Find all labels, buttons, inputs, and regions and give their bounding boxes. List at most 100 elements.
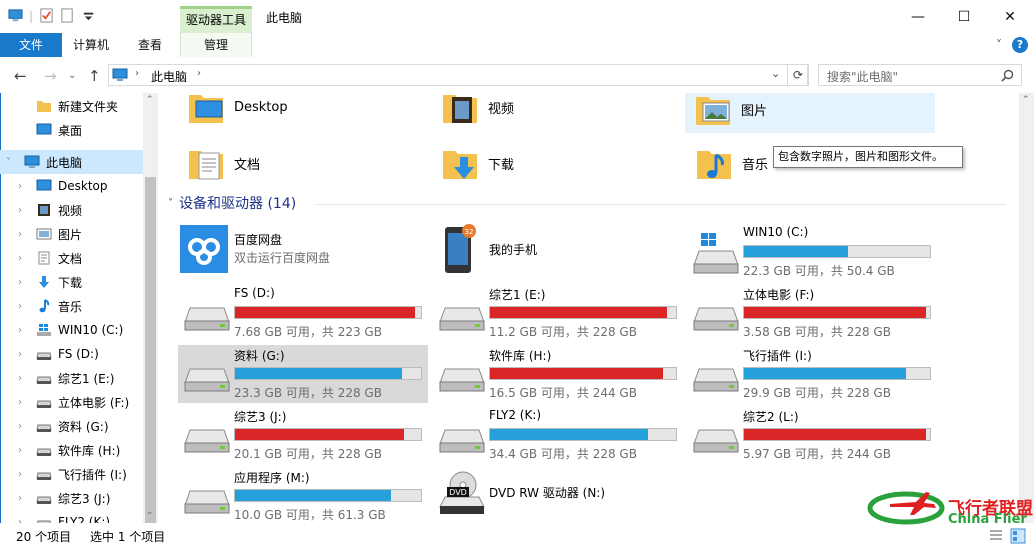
search-icon[interactable] [1001,69,1014,82]
drive-item[interactable]: 综艺1 (E:) 11.2 GB 可用，共 228 GB [433,284,683,342]
drive-item[interactable]: FS (D:) 7.68 GB 可用，共 223 GB [178,284,428,342]
sidebar-item[interactable]: › 飞行插件 (I:) [0,462,143,486]
sidebar-item[interactable]: 新建文件夹 [0,94,143,118]
scroll-up-arrow[interactable]: ⌃ [1022,95,1030,105]
chevron-right-icon[interactable]: › [18,493,28,504]
sidebar-item[interactable]: › Desktop [0,174,143,198]
details-view-icon[interactable] [988,529,1004,543]
search-input[interactable]: 搜索"此电脑" [818,64,1022,86]
computer-icon[interactable] [8,8,23,23]
drive-size: 16.5 GB 可用，共 244 GB [489,386,637,400]
sidebar-item-label: 桌面 [58,123,83,138]
drive-item[interactable]: FLY2 (K:) 34.4 GB 可用，共 228 GB [433,406,683,464]
ribbon-collapse-button[interactable]: ˅ [990,33,1008,57]
sidebar-item[interactable]: › 音乐 [0,294,143,318]
sidebar-item[interactable]: › 立体电影 (F:) [0,390,143,414]
scroll-up-arrow[interactable]: ⌃ [146,95,154,105]
device-item[interactable]: 32 我的手机 [433,223,683,281]
tab-computer[interactable]: 计算机 [62,33,120,57]
sidebar-item[interactable]: › 文档 [0,246,143,270]
recent-locations-button[interactable]: ⌄ [68,70,76,81]
sidebar-item[interactable]: › 综艺3 (J:) [0,486,143,510]
sidebar-item[interactable]: › 综艺1 (E:) [0,366,143,390]
drive-item[interactable]: DVD DVD RW 驱动器 (N:) [433,467,683,523]
drive-item[interactable]: 软件库 (H:) 16.5 GB 可用，共 244 GB [433,345,683,403]
content-scrollbar[interactable]: ⌃ ⌄ [1019,93,1034,523]
sidebar-item[interactable]: › FLY2 (K:) [0,510,143,523]
folder-item[interactable]: 下载 [440,141,514,185]
folder-item[interactable]: 音乐 [694,141,768,185]
drive-usage-fill [744,429,927,440]
device-subtitle: 双击运行百度网盘 [234,251,331,265]
drive-item[interactable]: 综艺2 (L:) 5.97 GB 可用，共 244 GB [687,406,937,464]
drive-icon [693,365,739,396]
folder-item-hovered[interactable]: 图片 [685,93,935,133]
folder-item[interactable]: Desktop [186,93,288,129]
scroll-down-arrow[interactable]: ⌄ [146,507,154,517]
address-bar[interactable]: › 此电脑 › ⌄ [108,64,808,86]
chevron-down-icon[interactable] [81,8,96,23]
chevron-right-icon[interactable]: › [18,205,28,216]
chevron-right-icon[interactable]: › [18,301,28,312]
chevron-right-icon[interactable]: › [18,325,28,336]
drive-size: 34.4 GB 可用，共 228 GB [489,447,637,461]
chevron-right-icon[interactable]: › [18,373,28,384]
drive-item[interactable]: 飞行插件 (I:) 29.9 GB 可用，共 228 GB [687,345,937,403]
sidebar-item[interactable]: 桌面 [0,118,143,142]
sidebar-item[interactable]: › 资料 (G:) [0,414,143,438]
sidebar-item[interactable]: › WIN10 (C:) [0,318,143,342]
drive-item[interactable]: WIN10 (C:) 22.3 GB 可用，共 50.4 GB [687,223,937,281]
breadcrumb-item[interactable]: 此电脑 [151,68,187,85]
chevron-down-icon[interactable]: ˅ [6,157,16,168]
tab-file[interactable]: 文件 [0,33,62,57]
drive-size: 22.3 GB 可用，共 50.4 GB [743,264,895,278]
chevron-right-icon[interactable]: › [197,68,201,79]
tab-view[interactable]: 查看 [122,33,178,57]
chevron-right-icon[interactable]: › [18,397,28,408]
sidebar-item[interactable]: › 图片 [0,222,143,246]
devices-group-header[interactable]: ˅ 设备和驱动器 (14) [168,193,296,213]
properties-icon[interactable] [39,8,54,23]
forward-button[interactable]: → [44,67,57,85]
drive-item[interactable]: 立体电影 (F:) 3.58 GB 可用，共 228 GB [687,284,937,342]
chevron-right-icon[interactable]: › [18,445,28,456]
folder-item[interactable]: 文档 [186,141,260,185]
chevron-right-icon[interactable]: › [18,421,28,432]
ribbon-tabs: 文件 计算机 查看 管理 ˅ ? [0,33,1034,58]
back-button[interactable]: ← [14,67,27,85]
drive-usage-fill [744,368,906,379]
close-button[interactable]: ✕ [987,0,1033,33]
scrollbar-thumb[interactable] [145,177,156,529]
device-name: 我的手机 [489,243,538,257]
drive-item[interactable]: 资料 (G:) 23.3 GB 可用，共 228 GB [178,345,428,403]
sidebar-item[interactable]: › 下载 [0,270,143,294]
drive-item[interactable]: 综艺3 (J:) 20.1 GB 可用，共 228 GB [178,406,428,464]
drive-usage-bar [489,367,677,380]
tab-manage[interactable]: 管理 [180,33,252,57]
refresh-button[interactable]: ⟳ [787,64,809,86]
chevron-right-icon[interactable]: › [18,253,28,264]
tiles-view-icon[interactable] [1010,528,1026,544]
folder-item[interactable]: 视频 [440,93,514,129]
sidebar-item[interactable]: ˅ 此电脑 [0,150,143,174]
chevron-right-icon[interactable]: › [18,469,28,480]
sidebar-item-label: 图片 [58,227,83,242]
chevron-right-icon[interactable]: › [18,229,28,240]
drive-name: 综艺3 (J:) [234,410,287,424]
new-folder-icon[interactable] [60,8,75,23]
maximize-button[interactable]: ☐ [941,0,987,33]
chevron-down-icon[interactable]: ˅ [168,198,173,209]
sidebar-item[interactable]: › FS (D:) [0,342,143,366]
device-item[interactable]: 百度网盘 双击运行百度网盘 [178,223,428,281]
up-button[interactable]: ↑ [88,67,101,85]
chevron-right-icon[interactable]: › [18,181,28,192]
sidebar-item[interactable]: › 软件库 (H:) [0,438,143,462]
navigation-scrollbar[interactable]: ⌃ ⌄ [143,93,158,529]
drive-item[interactable]: 应用程序 (M:) 10.0 GB 可用，共 61.3 GB [178,467,428,523]
chevron-right-icon[interactable]: › [18,349,28,360]
minimize-button[interactable]: — [895,0,941,33]
sidebar-item[interactable]: › 视频 [0,198,143,222]
address-dropdown-button[interactable]: ⌄ [771,67,780,80]
help-button[interactable]: ? [1012,37,1028,53]
chevron-right-icon[interactable]: › [18,277,28,288]
